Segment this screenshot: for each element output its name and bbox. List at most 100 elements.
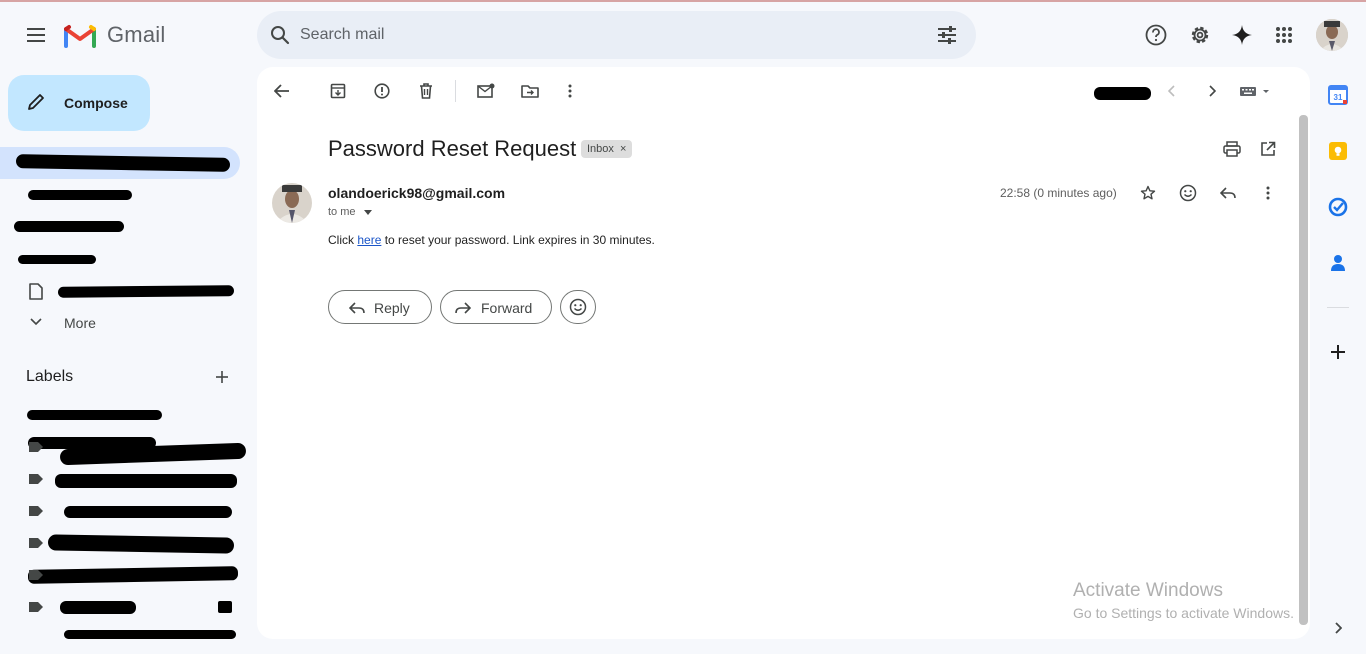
open-new-window-icon xyxy=(1261,141,1276,156)
reply-button[interactable]: Reply xyxy=(328,290,432,324)
calendar-icon: 31 xyxy=(1328,85,1348,105)
sender-email[interactable]: olandoerick98@gmail.com xyxy=(328,185,505,201)
more-vert-icon xyxy=(1266,186,1270,200)
gemini-icon xyxy=(1232,25,1252,45)
main-menu-button[interactable] xyxy=(20,19,52,51)
email-body: Click here to reset your password. Link … xyxy=(328,233,655,247)
archive-icon xyxy=(330,83,346,99)
reply-button-top[interactable] xyxy=(1212,177,1244,209)
redaction-mark xyxy=(64,506,232,518)
prev-icon xyxy=(1168,85,1175,97)
get-addons-button[interactable] xyxy=(1322,336,1354,368)
emoji-reaction-button[interactable] xyxy=(560,290,596,324)
move-to-icon xyxy=(521,85,539,98)
chevron-right-icon xyxy=(1335,622,1342,634)
body-suffix: to reset your password. Link expires in … xyxy=(381,233,655,247)
inbox-label-chip[interactable]: Inbox × xyxy=(581,140,633,158)
back-button[interactable] xyxy=(266,75,298,107)
back-icon xyxy=(274,84,289,98)
add-label-button[interactable] xyxy=(206,361,238,393)
tasks-app-button[interactable] xyxy=(1322,191,1354,223)
filter-icon[interactable] xyxy=(937,25,957,45)
reply-icon xyxy=(349,302,365,314)
mark-unread-icon xyxy=(477,83,495,98)
report-spam-icon xyxy=(374,83,390,99)
archive-button[interactable] xyxy=(322,75,354,107)
delete-icon xyxy=(420,83,432,99)
more-label: More xyxy=(64,315,96,331)
google-apps-button[interactable] xyxy=(1268,19,1300,51)
settings-button[interactable] xyxy=(1184,19,1216,51)
reply-icon xyxy=(1220,187,1236,199)
search-bar[interactable]: Search mail xyxy=(257,11,976,59)
apps-icon xyxy=(1276,27,1292,43)
add-icon xyxy=(1331,345,1345,359)
open-new-window-button[interactable] xyxy=(1252,133,1284,165)
redaction-mark xyxy=(14,221,124,232)
compose-button[interactable]: Compose xyxy=(8,75,150,131)
rail-divider xyxy=(1327,307,1349,308)
reply-label: Reply xyxy=(374,300,410,316)
message-more-button[interactable] xyxy=(1252,177,1284,209)
search-icon[interactable] xyxy=(270,25,290,45)
keep-app-button[interactable] xyxy=(1322,135,1354,167)
delete-button[interactable] xyxy=(410,75,442,107)
redaction-mark xyxy=(55,474,237,488)
report-spam-button[interactable] xyxy=(366,75,398,107)
redaction-mark xyxy=(64,630,236,639)
mark-unread-button[interactable] xyxy=(470,75,502,107)
help-icon xyxy=(1145,24,1167,46)
draft-icon xyxy=(29,283,43,300)
input-tools-button[interactable] xyxy=(1239,85,1271,97)
forward-button[interactable]: Forward xyxy=(440,290,552,324)
emoji-icon xyxy=(1179,184,1197,202)
window-top-border xyxy=(0,0,1366,2)
gmail-logo-icon[interactable] xyxy=(64,24,96,48)
pencil-icon xyxy=(26,92,46,112)
sender-avatar[interactable] xyxy=(272,183,312,223)
label-icon xyxy=(29,474,43,484)
gemini-button[interactable] xyxy=(1226,19,1258,51)
compose-label: Compose xyxy=(64,95,128,111)
more-options-button[interactable] xyxy=(554,75,586,107)
chip-remove-icon[interactable]: × xyxy=(620,143,626,155)
recipient-details[interactable]: to me xyxy=(328,206,372,218)
gmail-wordmark[interactable]: Gmail xyxy=(107,22,165,48)
help-button[interactable] xyxy=(1140,19,1172,51)
panel-scrollbar[interactable] xyxy=(1299,115,1308,625)
emoji-icon xyxy=(569,298,587,316)
inbox-chip-label: Inbox xyxy=(587,143,614,155)
forward-label: Forward xyxy=(481,300,533,316)
body-prefix: Click xyxy=(328,233,358,247)
contacts-app-button[interactable] xyxy=(1322,247,1354,279)
label-icon xyxy=(29,506,43,516)
contacts-icon xyxy=(1331,255,1345,271)
show-side-panel-button[interactable] xyxy=(1322,612,1354,644)
label-icon xyxy=(29,570,43,580)
email-subject: Password Reset Request xyxy=(328,136,577,161)
older-button[interactable] xyxy=(1196,75,1228,107)
calendar-app-button[interactable]: 31 xyxy=(1322,79,1354,111)
star-button[interactable] xyxy=(1132,177,1164,209)
keep-icon xyxy=(1329,142,1347,160)
next-icon xyxy=(1209,85,1216,97)
avatar[interactable] xyxy=(1316,19,1348,51)
reset-password-link[interactable]: here xyxy=(357,233,381,247)
redaction-mark xyxy=(218,601,232,613)
chevron-down-icon xyxy=(30,318,42,326)
redaction-mark xyxy=(27,410,162,420)
sidebar-item-more[interactable] xyxy=(0,307,240,339)
search-input[interactable]: Search mail xyxy=(300,26,384,44)
tasks-icon xyxy=(1328,197,1348,217)
newer-button[interactable] xyxy=(1156,75,1188,107)
print-button[interactable] xyxy=(1216,133,1248,165)
add-reaction-button[interactable] xyxy=(1172,177,1204,209)
label-icon xyxy=(29,602,43,612)
activate-windows-subtitle: Go to Settings to activate Windows. xyxy=(1073,605,1294,621)
chevron-down-icon xyxy=(363,209,372,215)
more-vert-icon xyxy=(568,84,572,98)
label-icon xyxy=(29,538,43,548)
move-to-button[interactable] xyxy=(514,75,546,107)
star-icon xyxy=(1140,185,1156,200)
redaction-mark xyxy=(1094,87,1151,100)
